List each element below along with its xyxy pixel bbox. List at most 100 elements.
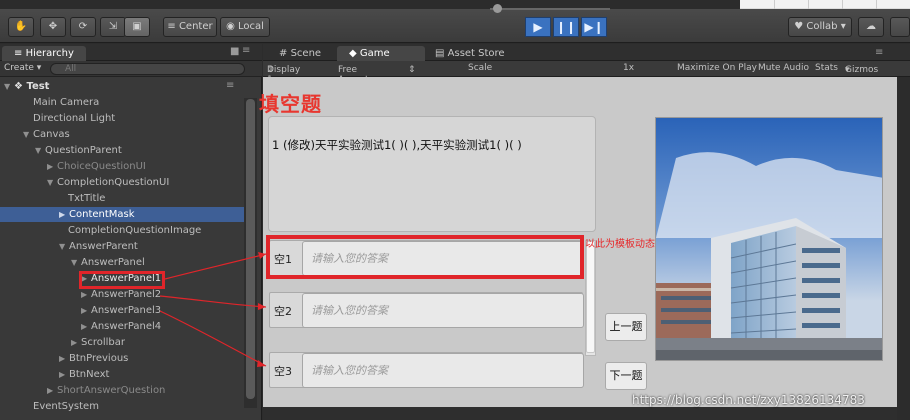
triangle-right-icon: ▶ xyxy=(81,290,88,299)
tree-item[interactable]: ▼ Canvas xyxy=(0,127,244,142)
maximize-on-play-toggle[interactable]: Maximize On Play xyxy=(677,63,757,73)
step-button[interactable]: ▶❙ xyxy=(581,17,607,37)
play-button[interactable]: ▶ xyxy=(525,17,551,37)
triangle-down-icon: ▼ xyxy=(59,242,66,251)
tree-item[interactable]: EventSystem xyxy=(0,399,244,414)
create-dropdown[interactable]: Create ▾ xyxy=(4,63,41,73)
scale-slider[interactable] xyxy=(490,8,610,10)
answer-placeholder: 请输入您的答案 xyxy=(311,304,388,317)
highlight-rect-answerpanel1 xyxy=(79,271,165,289)
lock-icon[interactable]: ■ xyxy=(230,46,239,57)
chevron-down-icon: ▾ xyxy=(840,21,846,32)
answer-panel-2: 空2 请输入您的答案 xyxy=(269,292,584,328)
tree-item-label: AnswerPanel4 xyxy=(91,321,162,332)
tab-game[interactable]: ◆ Game xyxy=(337,46,425,61)
triangle-right-icon: ▶ xyxy=(59,370,66,379)
tree-item[interactable]: TxtTitle xyxy=(0,191,244,206)
collab-button[interactable]: ♥ Collab ▾ xyxy=(788,17,852,37)
pivot-label: Center xyxy=(178,21,213,32)
tree-item[interactable]: ▶ ShortAnswerQuestion xyxy=(0,383,244,398)
tree-item-selected[interactable]: ▶ ContentMask xyxy=(0,207,244,222)
tree-item-label: AnswerPanel2 xyxy=(91,289,162,300)
tree-item[interactable]: ▶ BtnPrevious xyxy=(0,351,244,366)
tree-item[interactable]: ▼ AnswerPanel xyxy=(0,255,244,270)
chevron-down-icon: ▾ xyxy=(36,63,42,73)
tree-item[interactable]: ▼ CompletionQuestionUI xyxy=(0,175,244,190)
tree-item[interactable]: ▶ AnswerPanel3 xyxy=(0,303,244,318)
tab-hierarchy[interactable]: ≡ Hierarchy xyxy=(2,46,86,61)
tree-item-label: ShortAnswerQuestion xyxy=(57,385,166,396)
chevron-down-icon: ⇕ xyxy=(408,65,416,75)
tree-item[interactable]: ▼ QuestionParent xyxy=(0,143,244,158)
hierarchy-search-input[interactable]: All xyxy=(50,63,245,75)
unity-editor: ✋ ✥ ⟳ ⇲ ▣ ≡ Center ◉ Local ▶ ❙❙ ▶❙ ♥ Col… xyxy=(0,0,910,420)
question-content-box xyxy=(268,116,596,232)
stats-toggle[interactable]: Stats xyxy=(815,63,838,73)
tree-item[interactable]: ▼ AnswerParent xyxy=(0,239,244,254)
triangle-right-icon: ▶ xyxy=(59,210,66,219)
pause-button[interactable]: ❙❙ xyxy=(553,17,579,37)
tree-item[interactable]: ▶ AnswerPanel4 xyxy=(0,319,244,334)
tree-item[interactable]: CompletionQuestionImage xyxy=(0,223,244,238)
tree-item[interactable]: ▶ Scrollbar xyxy=(0,335,244,350)
rotate-tool-icon[interactable]: ⟳ xyxy=(70,17,96,37)
account-button[interactable] xyxy=(890,17,910,37)
triangle-down-icon: ▼ xyxy=(4,82,11,91)
triangle-right-icon: ▶ xyxy=(81,322,88,331)
hierarchy-tab-label: Hierarchy xyxy=(25,48,74,59)
pivot-icon: ≡ xyxy=(167,21,176,32)
triangle-right-icon: ▶ xyxy=(81,306,88,315)
previous-question-button[interactable]: 上一题 xyxy=(605,313,647,341)
tree-item-label: Main Camera xyxy=(33,97,100,108)
triangle-down-icon: ▼ xyxy=(71,258,78,267)
panel-edge xyxy=(897,77,910,420)
scene-menu-icon[interactable]: ≡ xyxy=(226,80,234,91)
search-placeholder: All xyxy=(65,64,77,74)
question-image xyxy=(655,117,883,361)
panel-menu-icon[interactable]: ≡ xyxy=(242,45,250,56)
answer-input-2[interactable]: 请输入您的答案 xyxy=(302,293,584,328)
globe-icon: ◉ xyxy=(226,21,235,32)
scale-tool-icon[interactable]: ⇲ xyxy=(100,17,126,37)
tree-item[interactable]: ▶ AnswerPanel2 xyxy=(0,287,244,302)
tab-scene-label: Scene xyxy=(290,48,322,59)
tab-asset-store[interactable]: ▤ Asset Store xyxy=(423,46,517,61)
triangle-down-icon: ▼ xyxy=(23,130,30,139)
scale-value: 1x xyxy=(623,63,635,73)
triangle-right-icon: ▶ xyxy=(59,354,66,363)
mute-audio-toggle[interactable]: Mute Audio xyxy=(758,63,809,73)
pivot-center-button[interactable]: ≡ Center xyxy=(163,17,217,37)
next-question-button[interactable]: 下一题 xyxy=(605,362,647,390)
tree-item-label: AnswerPanel3 xyxy=(91,305,162,316)
hierarchy-tab-bar: ≡ Hierarchy ■ ≡ xyxy=(0,44,262,61)
answer-panel-3: 空3 请输入您的答案 xyxy=(269,352,584,388)
pivot-local-button[interactable]: ◉ Local xyxy=(220,17,270,37)
tree-item-label: ChoiceQuestionUI xyxy=(57,161,146,172)
tree-item[interactable]: ▶ ChoiceQuestionUI xyxy=(0,159,244,174)
pause-icon: ❙❙ xyxy=(555,20,577,34)
hand-tool-icon[interactable]: ✋ xyxy=(8,17,34,37)
tree-item[interactable]: Directional Light xyxy=(0,111,244,126)
space-label: Local xyxy=(238,21,264,32)
tab-scene[interactable]: # Scene xyxy=(267,46,333,61)
step-icon: ▶❙ xyxy=(584,20,604,34)
panel-edge xyxy=(263,407,897,420)
tree-item[interactable]: ▶ BtnNext xyxy=(0,367,244,382)
highlight-rect-answer-1 xyxy=(266,235,584,279)
cloud-icon[interactable]: ☁ xyxy=(858,17,884,37)
answer-scroll-thumb[interactable] xyxy=(586,241,595,353)
panel-menu-icon[interactable]: ≡ xyxy=(875,47,883,58)
tree-item-label: Canvas xyxy=(33,129,70,140)
move-tool-icon[interactable]: ✥ xyxy=(40,17,66,37)
next-label: 下一题 xyxy=(609,369,643,382)
answer-input-3[interactable]: 请输入您的答案 xyxy=(302,353,584,388)
scene-row[interactable]: ▼ ❖ Test xyxy=(4,79,248,94)
tree-item[interactable]: Main Camera xyxy=(0,95,244,110)
scale-slider-handle[interactable] xyxy=(493,4,502,13)
triangle-down-icon: ▼ xyxy=(35,146,42,155)
rect-tool-icon[interactable]: ▣ xyxy=(124,17,150,37)
hierarchy-scroll-thumb[interactable] xyxy=(246,99,255,399)
triangle-down-icon: ▼ xyxy=(47,178,54,187)
play-icon: ▶ xyxy=(533,20,543,34)
tree-item-label: AnswerParent xyxy=(69,241,138,252)
